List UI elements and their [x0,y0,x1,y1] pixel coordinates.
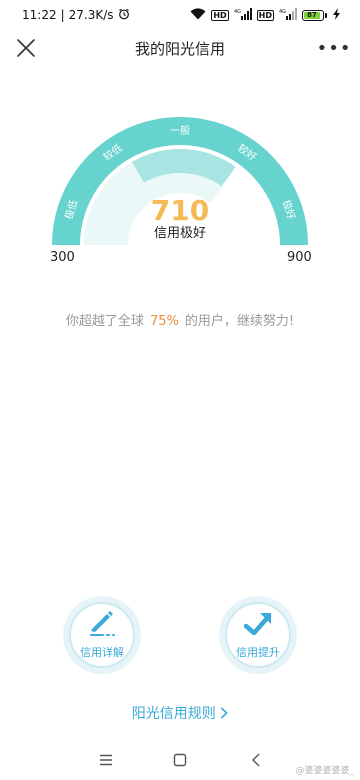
credit-improve-label: 信用提升 [236,645,280,659]
credit-improve-inner: 信用提升 [225,602,291,668]
ranking-summary: 你超越了全球 75% 的用户，继续努力! [0,310,360,329]
credit-details-button[interactable]: 信用详解 [63,596,141,674]
page-title: 我的阳光信用 [134,39,225,58]
credit-rules-label: 阳光信用规则 [131,706,216,722]
credit-improve-button[interactable]: 信用提升 [219,596,297,674]
back-icon[interactable] [244,748,268,772]
hd-badge-1: HD [211,9,229,21]
credit-rules-link[interactable]: 阳光信用规则 [0,703,360,723]
status-time: 11:22 [22,8,57,22]
status-bar: 11:22 | 27.3K/s HD 4G HD 4G 87 [0,0,360,30]
summary-percent: 75% [149,314,179,329]
gauge-max-label: 900 [287,250,312,265]
status-right: HD 4G HD 4G 87 [190,7,342,23]
signal-icon: 4G [234,7,252,23]
more-icon[interactable]: ••• [317,34,351,62]
summary-suffix: 的用户，继续努力! [184,314,295,329]
home-square-icon[interactable] [168,748,192,772]
credit-details-inner: 信用详解 [69,602,135,668]
gauge-segment-label: 一般 [170,124,190,137]
trend-up-icon [243,611,272,641]
system-nav-bar: @婆婆婆婆婆_ [0,740,360,780]
battery-indicator: 87 [302,9,327,21]
gauge-min-label: 300 [50,250,75,265]
edit-icon [88,610,116,641]
wifi-icon [190,7,206,23]
credit-details-label: 信用详解 [80,645,124,659]
menu-icon[interactable] [94,748,118,772]
charging-icon [332,7,342,23]
status-left: 11:22 | 27.3K/s [22,8,130,23]
app-header: 我的阳光信用 ••• [0,30,360,66]
hd-badge-2: HD [256,9,274,21]
battery-level: 87 [304,11,320,19]
watermark: @婆婆婆婆婆_ [295,766,354,776]
credit-level: 信用极好 [153,226,206,241]
status-separator: | [60,8,65,22]
alarm-icon [118,8,130,23]
chevron-right-icon [220,706,228,722]
signal-icon: 4G [279,7,297,23]
svg-text:4G: 4G [234,9,241,15]
svg-text:4G: 4G [279,9,286,15]
summary-prefix: 你超越了全球 [65,314,144,329]
credit-gauge: 极低 较低 一般 较好 极好 710 信用极好 300 900 [0,100,360,270]
close-icon[interactable] [12,34,40,62]
status-net-speed: 27.3K/s [68,8,114,22]
